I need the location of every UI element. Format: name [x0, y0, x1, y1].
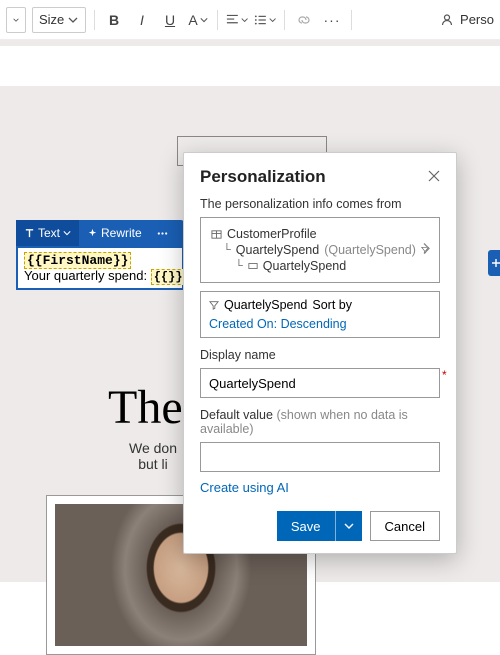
filter-icon	[209, 300, 219, 310]
inline-edit-toolbar: Text Rewrite	[16, 220, 184, 246]
underline-label: U	[165, 12, 175, 28]
link-icon	[297, 13, 311, 27]
bold-button[interactable]: B	[103, 9, 125, 31]
sparkle-icon	[87, 228, 98, 239]
font-family-select[interactable]	[6, 7, 26, 33]
font-color-label: A	[188, 12, 197, 28]
font-size-select[interactable]: Size	[32, 7, 86, 33]
default-value-label: Default value (shown when no data is ava…	[200, 408, 440, 436]
save-dropdown[interactable]	[335, 511, 362, 541]
person-icon	[440, 13, 454, 27]
firstname-token[interactable]: {{FirstName}}	[24, 252, 131, 269]
default-value-label-text: Default value	[200, 408, 273, 422]
display-name-label: Display name	[200, 348, 440, 362]
branch-icon: └	[235, 260, 243, 272]
italic-label: I	[140, 12, 144, 28]
chevron-down-icon	[344, 521, 354, 531]
personalize-label[interactable]: Perso	[460, 12, 494, 27]
text-icon	[24, 228, 35, 239]
table-icon	[211, 229, 222, 240]
plus-icon	[491, 258, 500, 268]
bold-label: B	[109, 12, 119, 28]
toolbar-separator	[217, 10, 218, 30]
required-mark: *	[442, 368, 447, 382]
chevron-down-icon	[241, 16, 248, 24]
rewrite-label: Rewrite	[101, 226, 142, 240]
email-canvas: Text Rewrite {{FirstName}} Your quarterl…	[0, 40, 500, 582]
tree-expand-caret[interactable]	[421, 242, 431, 259]
rewrite-button[interactable]: Rewrite	[79, 220, 150, 246]
source-label: The personalization info comes from	[200, 197, 440, 211]
chevron-down-icon	[13, 15, 19, 25]
panel-title: Personalization	[200, 167, 326, 187]
hero-subtext-line2: but li	[138, 456, 168, 472]
font-color-button[interactable]: A	[187, 9, 209, 31]
text-edit-content[interactable]: {{FirstName}} Your quarterly spend: {{}}	[16, 246, 184, 290]
close-button[interactable]	[428, 169, 440, 185]
sort-label: Sort by	[312, 298, 352, 312]
save-label: Save	[277, 519, 335, 534]
sort-link[interactable]: Created On: Descending	[209, 317, 347, 331]
align-left-icon	[226, 13, 239, 27]
toolbar-separator	[284, 10, 285, 30]
toolbar-separator	[351, 10, 352, 30]
data-source-tree[interactable]: CustomerProfile └ QuartelySpend (Quartel…	[200, 217, 440, 283]
cancel-button[interactable]: Cancel	[370, 511, 440, 541]
link-button[interactable]	[293, 9, 315, 31]
personalization-panel: Personalization The personalization info…	[183, 152, 457, 554]
tree-level1: QuartelySpend	[236, 243, 319, 257]
spend-text: Your quarterly spend:	[24, 268, 151, 283]
tree-level2: QuartelySpend	[263, 259, 346, 273]
italic-button[interactable]: I	[131, 9, 153, 31]
default-value-input[interactable]	[200, 442, 440, 472]
inline-more-button[interactable]	[150, 220, 175, 246]
canvas-white-bar	[0, 46, 500, 86]
selected-text-element[interactable]: Text Rewrite {{FirstName}} Your quarterl…	[16, 220, 184, 290]
tree-root: CustomerProfile	[227, 227, 317, 241]
field-icon	[248, 261, 258, 271]
branch-icon: └	[223, 244, 231, 256]
chevron-down-icon	[269, 16, 276, 24]
more-button[interactable]: ···	[321, 9, 343, 31]
text-menu-button[interactable]: Text	[16, 220, 79, 246]
hero-subtext-line1: We don	[129, 440, 177, 456]
chevron-down-icon	[63, 229, 71, 237]
chevron-down-icon	[200, 16, 208, 24]
hero-heading-fragment: The	[108, 380, 183, 435]
tree-level1-paren: (QuartelySpend)	[324, 243, 416, 257]
format-toolbar: Size B I U A ··· Perso	[0, 0, 500, 40]
save-split-button[interactable]: Save	[277, 511, 362, 541]
list-icon	[254, 13, 267, 27]
underline-button[interactable]: U	[159, 9, 181, 31]
font-size-label: Size	[39, 12, 64, 27]
spend-token[interactable]: {{}}	[151, 269, 186, 285]
list-button[interactable]	[254, 9, 276, 31]
chevron-right-icon	[421, 242, 431, 256]
more-icon	[156, 228, 169, 239]
display-name-input[interactable]	[200, 368, 440, 398]
sort-box[interactable]: QuartelySpend Sort by Created On: Descen…	[200, 291, 440, 338]
sort-field: QuartelySpend	[224, 298, 307, 312]
toolbar-separator	[94, 10, 95, 30]
close-icon	[428, 170, 440, 182]
chevron-down-icon	[68, 15, 78, 25]
section-handle[interactable]	[488, 250, 500, 276]
text-menu-label: Text	[38, 226, 60, 240]
align-button[interactable]	[226, 9, 248, 31]
create-ai-link[interactable]: Create using AI	[200, 480, 289, 495]
